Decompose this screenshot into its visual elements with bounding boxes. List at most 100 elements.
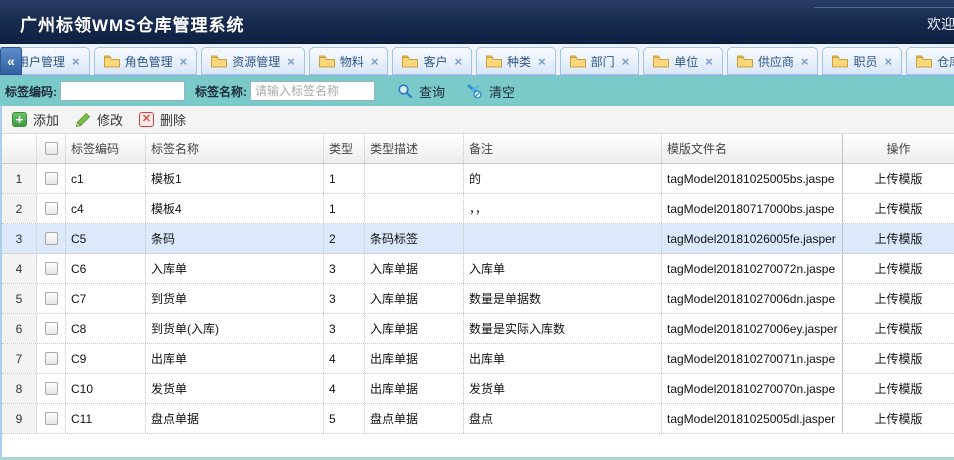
row-checkbox[interactable] [45,352,58,365]
cell-tag-name: 到货单(入库) [146,314,324,343]
row-checkbox[interactable] [45,382,58,395]
upload-template-link[interactable]: 上传模版 [843,224,954,253]
cell-remark: 盘点 [464,404,662,433]
upload-template-link[interactable]: 上传模版 [843,194,954,223]
delete-button-label: 删除 [160,110,186,129]
header-template-file[interactable]: 模版文件名 [662,134,843,163]
tab-close-icon[interactable]: × [454,55,462,68]
pencil-icon [75,112,91,128]
row-number: 5 [2,284,37,313]
cell-template-file: tagModel20180717000bs.jaspe [662,194,843,223]
tab[interactable]: 种类 × [476,47,556,75]
upload-template-link[interactable]: 上传模版 [843,374,954,403]
header-remark[interactable]: 备注 [464,134,662,163]
delete-button[interactable]: ✕ 删除 [139,110,186,129]
cell-template-file: tagModel20181027006ey.jasper [662,314,843,343]
header-tag-name[interactable]: 标签名称 [146,134,324,163]
cell-remark: 入库单 [464,254,662,283]
header-operation[interactable]: 操作 [843,134,954,163]
search-icon [397,83,413,99]
tabs-scroll-left-button[interactable]: « [0,47,22,75]
tab-close-icon[interactable]: × [538,55,546,68]
select-all-checkbox[interactable] [45,142,58,155]
table-row[interactable]: 8 C10 发货单 4 出库单据 发货单 tagModel20181027007… [2,374,954,404]
tab[interactable]: 物料 × [309,47,389,75]
cell-template-file: tagModel201810270072n.jaspe [662,254,843,283]
cell-tag-code: c1 [66,164,146,193]
cell-remark: 发货单 [464,374,662,403]
row-checkbox[interactable] [45,202,58,215]
upload-template-link[interactable]: 上传模版 [843,164,954,193]
cell-tag-name: 发货单 [146,374,324,403]
cell-tag-name: 到货单 [146,284,324,313]
tag-name-input[interactable] [250,81,375,101]
upload-template-link[interactable]: 上传模版 [843,404,954,433]
row-checkbox[interactable] [45,292,58,305]
tab-close-icon[interactable]: × [885,55,893,68]
row-checkbox[interactable] [45,232,58,245]
row-checkbox[interactable] [45,172,58,185]
tab[interactable]: 部门 × [560,47,640,75]
grid-body: 1 c1 模板1 1 的 tagModel20181025005bs.jaspe… [2,164,954,434]
upload-template-link[interactable]: 上传模版 [843,254,954,283]
cell-type-desc: 入库单据 [365,284,464,313]
delete-icon: ✕ [139,112,154,127]
tab-label: 角色管理 [125,53,173,70]
table-row[interactable]: 2 c4 模板4 1 ，， tagModel20180717000bs.jasp… [2,194,954,224]
header-tag-code[interactable]: 标签编码 [66,134,146,163]
table-row[interactable]: 7 C9 出库单 4 出库单据 出库单 tagModel201810270071… [2,344,954,374]
upload-template-link[interactable]: 上传模版 [843,284,954,313]
cell-remark: 数量是实际入库数 [464,314,662,343]
row-checkbox[interactable] [45,262,58,275]
folder-icon [653,55,669,68]
row-number: 9 [2,404,37,433]
query-button-label: 查询 [419,82,445,101]
tag-name-label: 标签名称: [195,83,247,100]
clear-button[interactable]: 清空 [467,82,515,101]
tab[interactable]: 资源管理 × [201,47,305,75]
cell-type: 4 [324,374,365,403]
cell-type: 3 [324,314,365,343]
upload-template-link[interactable]: 上传模版 [843,314,954,343]
tag-code-input[interactable] [60,81,185,101]
edit-button[interactable]: 修改 [75,110,123,129]
table-row[interactable]: 9 C11 盘点单据 5 盘点单据 盘点 tagModel20181025005… [2,404,954,434]
clear-button-label: 清空 [489,82,515,101]
cell-remark: ，， [464,194,662,223]
row-checkbox[interactable] [45,322,58,335]
tab-close-icon[interactable]: × [287,55,295,68]
header-type-desc[interactable]: 类型描述 [365,134,464,163]
tab-bar: « 用户管理 × 角色管理 × 资源管理 × [0,44,954,76]
tab[interactable]: 客户 × [392,47,472,75]
tab-close-icon[interactable]: × [705,55,713,68]
row-number: 7 [2,344,37,373]
tab[interactable]: 单位 × [643,47,723,75]
table-row[interactable]: 1 c1 模板1 1 的 tagModel20181025005bs.jaspe… [2,164,954,194]
cell-tag-name: 入库单 [146,254,324,283]
add-button[interactable]: + 添加 [12,110,59,129]
tab-close-icon[interactable]: × [72,55,80,68]
cell-type: 3 [324,284,365,313]
cell-template-file: tagModel20181025005bs.jaspe [662,164,843,193]
tab-close-icon[interactable]: × [622,55,630,68]
tab-close-icon[interactable]: × [801,55,809,68]
tab[interactable]: 角色管理 × [94,47,198,75]
folder-icon [104,55,120,68]
tab-close-icon[interactable]: × [371,55,379,68]
tab[interactable]: 供应商 × [727,47,819,75]
table-row[interactable]: 5 C7 到货单 3 入库单据 数量是单据数 tagModel201810270… [2,284,954,314]
table-row[interactable]: 3 C5 条码 2 条码标签 tagModel20181026005fe.jas… [2,224,954,254]
table-row[interactable]: 4 C6 入库单 3 入库单据 入库单 tagModel201810270072… [2,254,954,284]
query-button[interactable]: 查询 [397,82,445,101]
tab-label: 仓库 [937,53,954,70]
table-row[interactable]: 6 C8 到货单(入库) 3 入库单据 数量是实际入库数 tagModel201… [2,314,954,344]
tab[interactable]: 仓库 × [906,47,954,75]
cell-type-desc: 入库单据 [365,254,464,283]
folder-icon [402,55,418,68]
header-type[interactable]: 类型 [324,134,365,163]
row-checkbox[interactable] [45,412,58,425]
tab[interactable]: 职员 × [822,47,902,75]
upload-template-link[interactable]: 上传模版 [843,344,954,373]
tab-close-icon[interactable]: × [180,55,188,68]
row-number: 6 [2,314,37,343]
